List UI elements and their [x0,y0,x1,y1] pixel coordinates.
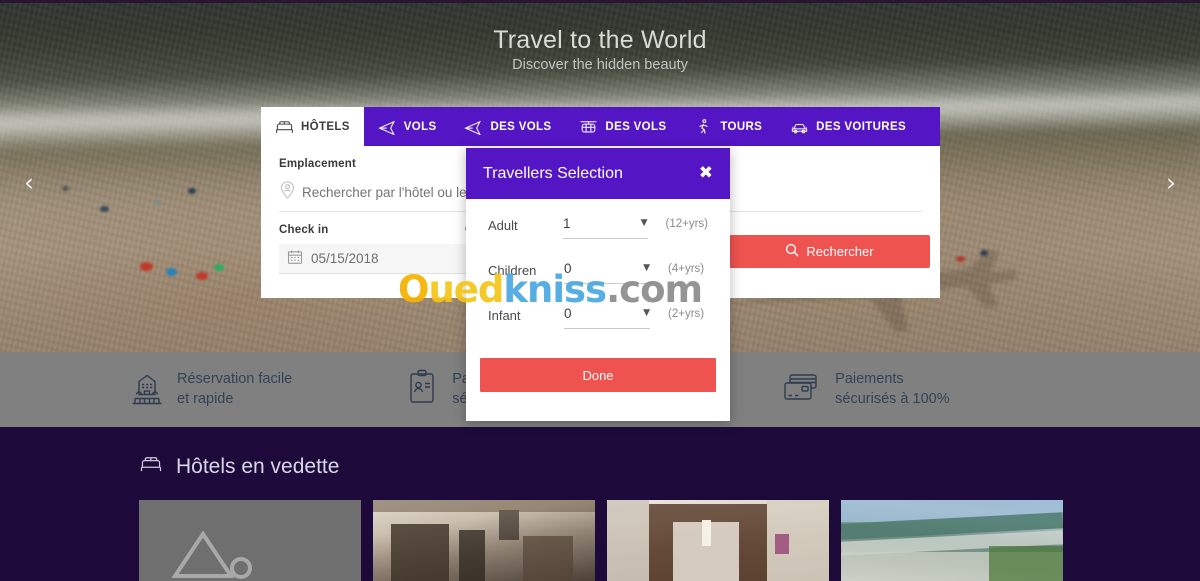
feature-line1: Paiements [835,370,904,387]
traveller-row-adult: Adult 1 ▼ (12+yrs) [488,215,708,260]
beach-spot [100,206,109,212]
plane-icon [464,118,483,135]
modal-header: Travellers Selection ✖ [466,148,730,199]
plane-icon [378,118,397,135]
tab-des-voitures[interactable]: DES VOITURES [776,107,920,146]
featured-card[interactable] [607,500,829,581]
traveller-age-hint: (4+yrs) [668,263,705,275]
feature-item-secure-payments: Paiements sécurisés à 100% [782,370,950,409]
beach-spot [188,188,196,194]
tab-tours[interactable]: TOURS [680,107,776,146]
checkin-input[interactable]: 05/15/2018 [279,244,465,274]
id-card-icon [405,368,439,411]
car-icon [790,118,809,135]
featured-card[interactable] [373,500,595,581]
traveller-label: Adult [488,218,518,233]
tab-label: HÔTELS [301,120,350,133]
hero-subtitle: Discover the hidden beauty [512,57,688,73]
page-root: Travel to the World Discover the hidden … [0,0,1200,581]
adult-count-select[interactable]: 1 ▼ [562,215,648,239]
feature-item-reservation: Réservation facile et rapide [130,368,292,411]
chevron-down-icon: ▼ [643,308,650,318]
hero-title: Travel to the World [493,26,707,54]
travellers-selection-modal: Travellers Selection ✖ Adult 1 ▼ (12+yrs… [466,148,730,421]
tab-label: TOURS [720,120,763,133]
modal-body: Adult 1 ▼ (12+yrs) Children 0 ▼ (4+yrs) … [466,199,730,358]
tab-label: DES VOLS [490,120,552,133]
bed-icon [275,118,294,135]
chevron-down-icon: ▼ [640,218,648,228]
map-pin-icon [279,180,296,204]
search-button-label: Rechercher [806,244,874,259]
beach-spot [140,262,153,271]
credit-card-icon [782,370,822,409]
search-tabbar: HÔTELS VOLS DES VOLS DES VOLS TOURS DES … [261,107,940,146]
feature-text: Réservation facile et rapide [177,370,292,409]
calendar-icon [287,249,303,268]
beach-spot [154,200,161,205]
tab-label: DES VOLS [605,120,667,133]
checkin-label: Check in [279,224,329,236]
beach-spot [62,186,69,191]
children-count-value: 0 [564,261,572,276]
modal-footer: Done [466,358,730,392]
checkin-value: 05/15/2018 [311,251,379,266]
traveller-age-hint: (2+yrs) [668,308,705,320]
feature-line2: et rapide [177,390,234,407]
tab-des-vols-cable[interactable]: DES VOLS [565,107,680,146]
walking-icon [694,118,713,135]
beach-spot [980,250,988,256]
feature-item-payment: Pai séc [405,368,475,411]
chevron-down-icon: ▼ [643,263,650,273]
beach-spot [214,264,224,271]
close-icon[interactable]: ✖ [699,165,713,182]
feature-line1: Réservation facile [177,370,293,387]
cable-car-icon [579,118,598,135]
beach-spot [956,256,965,262]
tab-vols[interactable]: VOLS [364,107,451,146]
tab-hotels[interactable]: HÔTELS [261,107,364,146]
done-button[interactable]: Done [480,358,716,392]
traveller-row-children: Children 0 ▼ (4+yrs) [488,260,708,305]
feature-line2: sécurisés à 100% [835,390,950,407]
beach-spot [196,272,208,280]
tab-label: DES VOITURES [816,120,906,133]
traveller-label: Infant [488,308,521,323]
search-icon [785,243,799,260]
featured-section-title: Hôtels en vedette [139,454,339,479]
building-icon [130,368,164,411]
infant-count-value: 0 [564,306,572,321]
infant-count-select[interactable]: 0 ▼ [564,305,650,329]
featured-card[interactable] [841,500,1063,581]
featured-card[interactable] [139,500,361,581]
traveller-row-infant: Infant 0 ▼ (2+yrs) [488,305,708,350]
checkin-field: Check in 05/15/2018 [279,224,465,274]
beach-spot [166,268,177,276]
top-edge-strip [0,0,1200,3]
carousel-prev-arrow-icon[interactable]: ‹ [16,170,42,196]
featured-title-label: Hôtels en vedette [176,454,340,478]
traveller-label: Children [488,263,537,278]
bed-icon [139,454,163,479]
traveller-age-hint: (12+yrs) [665,218,709,230]
modal-title: Travellers Selection [483,164,623,182]
adult-count-value: 1 [562,216,571,231]
children-count-select[interactable]: 0 ▼ [564,260,650,284]
image-placeholder-icon [171,530,252,579]
featured-cards-row [139,500,1063,581]
tab-des-vols[interactable]: DES VOLS [450,107,565,146]
feature-text: Paiements sécurisés à 100% [835,370,949,409]
tab-label: VOLS [403,120,437,133]
search-button[interactable]: Rechercher [729,235,930,268]
carousel-next-arrow-icon[interactable]: › [1158,170,1184,196]
